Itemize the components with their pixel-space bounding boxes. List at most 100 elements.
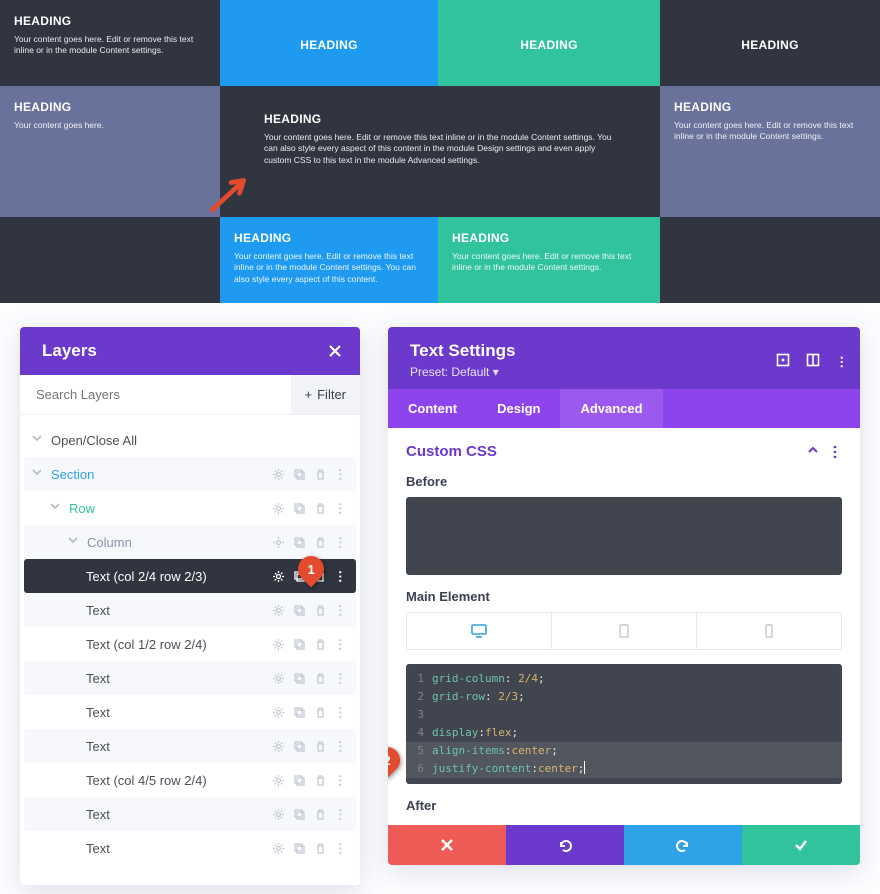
grid-cell: HEADING Your content goes here.: [0, 86, 220, 217]
device-desktop[interactable]: [407, 613, 552, 649]
row-actions: ⋯: [272, 536, 356, 549]
more-icon[interactable]: ⋯: [335, 570, 348, 583]
gear-icon[interactable]: [272, 638, 285, 651]
duplicate-icon[interactable]: [293, 638, 306, 651]
more-icon[interactable]: ⋯: [836, 353, 842, 367]
module-label: Text: [86, 739, 272, 754]
row-actions: ⋯: [272, 842, 356, 855]
trash-icon[interactable]: [314, 808, 327, 821]
gear-icon[interactable]: [272, 706, 285, 719]
tree-section[interactable]: Section ⋯: [24, 457, 356, 491]
module-label: Text (col 1/2 row 2/4): [86, 637, 272, 652]
settings-header: Text Settings Preset: Default ▾ ⋯: [388, 327, 860, 389]
trash-icon[interactable]: [314, 706, 327, 719]
trash-icon[interactable]: [314, 604, 327, 617]
before-label: Before: [388, 474, 860, 497]
tree-module[interactable]: Text ⋯: [24, 831, 356, 865]
before-editor[interactable]: [406, 497, 842, 575]
more-icon[interactable]: ⋯: [335, 842, 348, 855]
trash-icon[interactable]: [314, 842, 327, 855]
search-input[interactable]: [20, 375, 291, 414]
confirm-button[interactable]: [742, 825, 860, 865]
trash-icon[interactable]: [314, 672, 327, 685]
duplicate-icon[interactable]: [293, 842, 306, 855]
duplicate-icon[interactable]: [293, 706, 306, 719]
column-icon[interactable]: [806, 353, 820, 367]
row-actions: ⋯: [272, 468, 356, 481]
duplicate-icon[interactable]: [293, 468, 306, 481]
more-icon[interactable]: ⋯: [335, 774, 348, 787]
more-icon[interactable]: ⋯: [335, 740, 348, 753]
cell-title: HEADING: [741, 38, 798, 52]
gear-icon[interactable]: [272, 740, 285, 753]
device-phone[interactable]: [697, 613, 841, 649]
tree-module[interactable]: Text ⋯: [24, 593, 356, 627]
gear-icon[interactable]: [272, 842, 285, 855]
tree-module[interactable]: Text ⋯: [24, 797, 356, 831]
gear-icon[interactable]: [272, 468, 285, 481]
redo-button[interactable]: [624, 825, 742, 865]
tree-column[interactable]: Column ⋯: [24, 525, 356, 559]
duplicate-icon[interactable]: [293, 672, 306, 685]
filter-button[interactable]: + Filter: [291, 375, 360, 414]
trash-icon[interactable]: [314, 774, 327, 787]
trash-icon[interactable]: [314, 740, 327, 753]
gear-icon[interactable]: [272, 570, 285, 583]
row-actions: ⋯: [272, 808, 356, 821]
more-icon[interactable]: ⋯: [335, 536, 348, 549]
gear-icon[interactable]: [272, 808, 285, 821]
open-close-all[interactable]: Open/Close All: [24, 423, 356, 457]
tab-advanced[interactable]: Advanced: [560, 389, 662, 428]
gear-icon[interactable]: [272, 502, 285, 515]
tree-row-item[interactable]: Row ⋯: [24, 491, 356, 525]
more-icon[interactable]: ⋯: [335, 502, 348, 515]
tree-module[interactable]: Text ⋯: [24, 695, 356, 729]
trash-icon[interactable]: [314, 502, 327, 515]
settings-title: Text Settings: [410, 341, 776, 361]
more-icon[interactable]: ⋯: [335, 808, 348, 821]
grid-cell: HEADING Your content goes here. Edit or …: [220, 217, 438, 303]
module-label: Text: [86, 603, 272, 618]
gear-icon[interactable]: [272, 774, 285, 787]
duplicate-icon[interactable]: [293, 604, 306, 617]
tree-module[interactable]: Text (col 4/5 row 2/4) ⋯: [24, 763, 356, 797]
gear-icon[interactable]: [272, 672, 285, 685]
cell-body: Your content goes here. Edit or remove t…: [14, 34, 206, 57]
tab-content[interactable]: Content: [388, 389, 477, 428]
trash-icon[interactable]: [314, 536, 327, 549]
more-icon[interactable]: ⋯: [335, 638, 348, 651]
tab-design[interactable]: Design: [477, 389, 560, 428]
section-custom-css[interactable]: Custom CSS ⋯: [388, 428, 860, 474]
duplicate-icon[interactable]: [293, 502, 306, 515]
more-icon[interactable]: ⋯: [335, 706, 348, 719]
chevron-up-icon: [807, 443, 819, 460]
trash-icon[interactable]: [314, 638, 327, 651]
module-label: Text: [86, 671, 272, 686]
grid-cell: HEADING Your content goes here. Edit or …: [660, 86, 880, 217]
gear-icon[interactable]: [272, 604, 285, 617]
main-element-editor[interactable]: 1grid-column: 2/4;2grid-row: 2/3;34displ…: [406, 664, 842, 784]
duplicate-icon[interactable]: [293, 740, 306, 753]
tree-module[interactable]: Text ⋯: [24, 661, 356, 695]
trash-icon[interactable]: [314, 468, 327, 481]
gear-icon[interactable]: [272, 536, 285, 549]
device-tablet[interactable]: [552, 613, 697, 649]
cell-body: Your content goes here. Edit or remove t…: [264, 132, 616, 166]
more-icon[interactable]: ⋯: [335, 468, 348, 481]
cancel-button[interactable]: [388, 825, 506, 865]
duplicate-icon[interactable]: [293, 536, 306, 549]
main-element-label: Main Element: [388, 589, 860, 612]
module-label: Text: [86, 807, 272, 822]
close-icon[interactable]: [328, 344, 342, 358]
expand-icon[interactable]: [776, 353, 790, 367]
tree-module[interactable]: Text (col 1/2 row 2/4) ⋯: [24, 627, 356, 661]
duplicate-icon[interactable]: [293, 774, 306, 787]
preset-selector[interactable]: Preset: Default ▾: [410, 365, 776, 379]
undo-button[interactable]: [506, 825, 624, 865]
module-label: Text (col 2/4 row 2/3): [86, 569, 272, 584]
more-icon[interactable]: ⋯: [335, 604, 348, 617]
tree-module[interactable]: Text ⋯: [24, 729, 356, 763]
more-icon[interactable]: ⋯: [827, 445, 845, 458]
duplicate-icon[interactable]: [293, 808, 306, 821]
more-icon[interactable]: ⋯: [335, 672, 348, 685]
